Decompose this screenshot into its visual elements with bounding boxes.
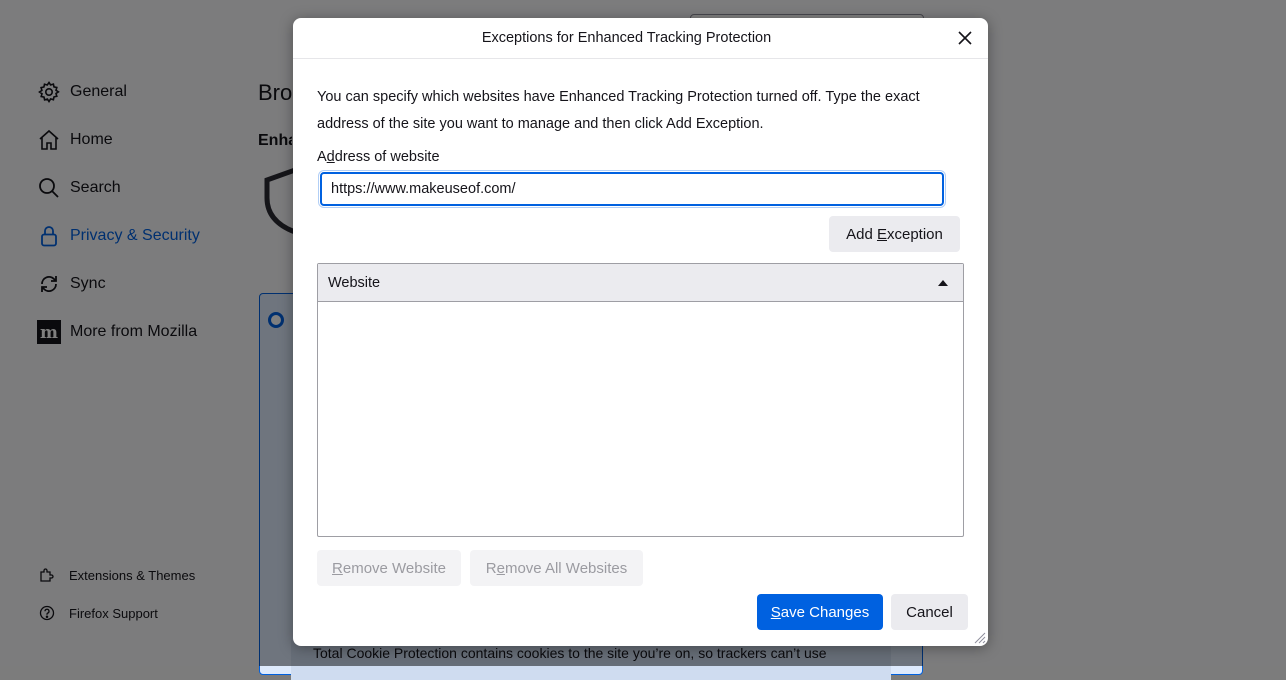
close-button[interactable] [955, 28, 975, 48]
dialog-title: Exceptions for Enhanced Tracking Protect… [481, 30, 772, 46]
cancel-button[interactable]: Cancel [891, 594, 968, 630]
address-input[interactable] [318, 170, 946, 208]
column-header-label: Website [328, 274, 381, 291]
remove-all-websites-button[interactable]: Re move All Websites [470, 550, 643, 586]
website-column-header[interactable]: Website [318, 264, 963, 302]
dialog-description: You can specify which websites have Enha… [317, 89, 920, 132]
resize-grip-icon[interactable] [972, 630, 986, 644]
remove-website-button[interactable]: Remove Website [317, 550, 461, 586]
address-label: Address of website [317, 149, 440, 165]
dialog-titlebar: Exceptions for Enhanced Tracking Protect… [293, 18, 988, 59]
website-list[interactable] [318, 302, 963, 536]
add-exception-button[interactable]: Add Exception [829, 216, 960, 252]
exceptions-table: Website [317, 263, 964, 537]
close-icon [958, 31, 972, 45]
sort-ascending-icon [937, 277, 949, 289]
exceptions-dialog: Exceptions for Enhanced Tracking Protect… [293, 18, 988, 646]
save-changes-button[interactable]: Save Changes [757, 594, 883, 630]
